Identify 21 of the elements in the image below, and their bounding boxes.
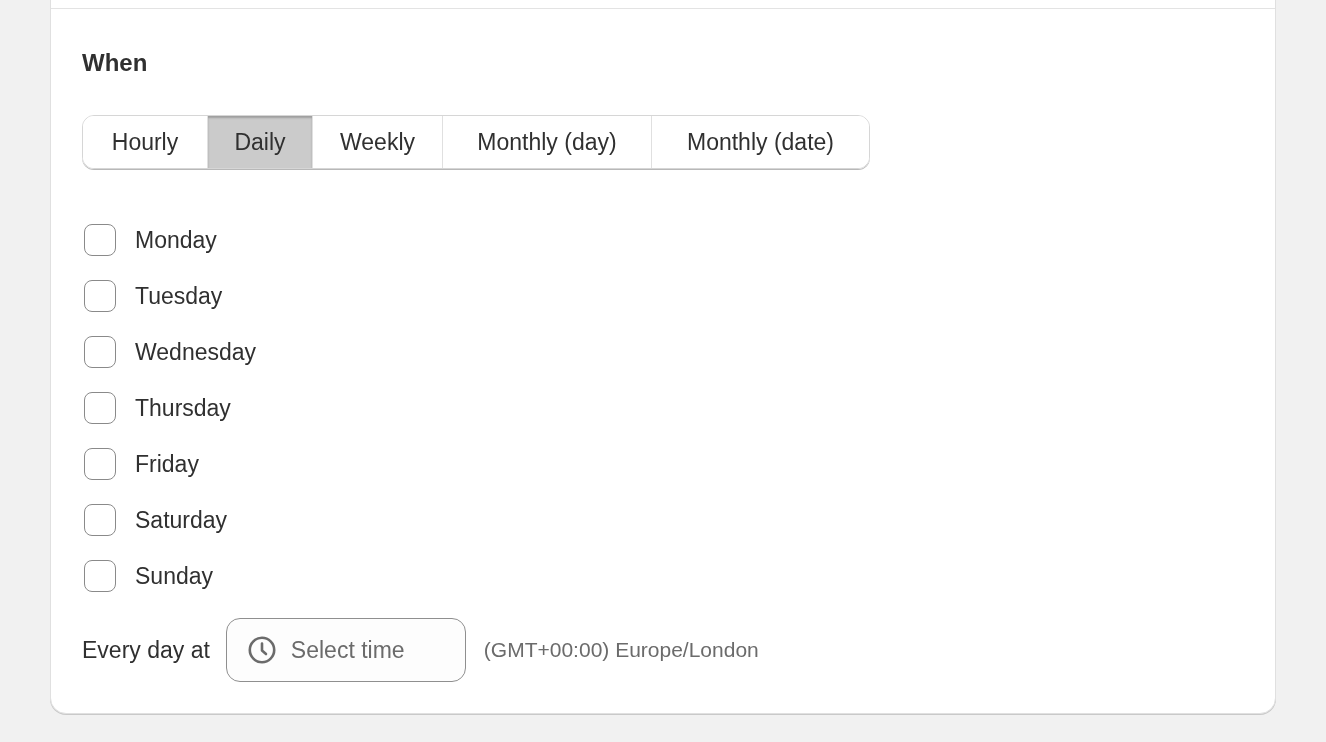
day-label: Tuesday: [135, 282, 223, 310]
day-label: Friday: [135, 450, 199, 478]
frequency-tab[interactable]: Daily: [207, 116, 312, 168]
time-field[interactable]: Select time: [225, 618, 466, 682]
section-heading: When: [82, 49, 148, 77]
checkbox[interactable]: [84, 280, 116, 312]
clock-icon: [247, 636, 276, 664]
checkbox[interactable]: [84, 504, 116, 536]
day-label: Monday: [135, 226, 217, 254]
checkbox[interactable]: [84, 560, 116, 592]
day-label: Thursday: [135, 394, 231, 422]
day-label: Saturday: [135, 506, 228, 534]
day-label: Wednesday: [135, 338, 257, 366]
timezone-text: (GMT+00:00) Europe/London: [483, 637, 759, 663]
frequency-tab[interactable]: Monthly (date): [651, 116, 869, 168]
checkbox[interactable]: [84, 336, 116, 368]
time-label: Every day at: [82, 636, 210, 664]
day-label: Sunday: [135, 562, 213, 590]
checkbox[interactable]: [84, 392, 116, 424]
checkbox[interactable]: [84, 224, 116, 256]
checkbox[interactable]: [84, 448, 116, 480]
